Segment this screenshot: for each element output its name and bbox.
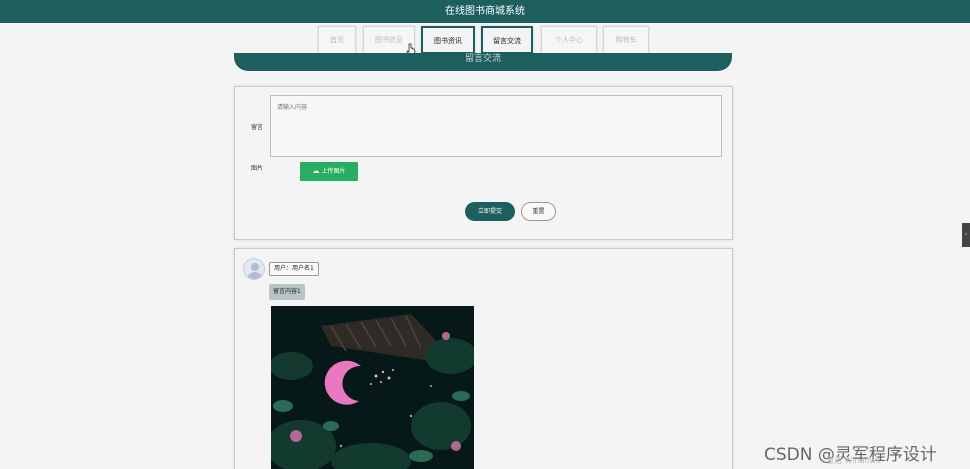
message-image xyxy=(271,306,474,469)
avatar xyxy=(243,258,265,280)
night-scene-image xyxy=(271,306,474,469)
nav-book-news[interactable]: 图书资讯 xyxy=(421,26,475,54)
nav-personal-center[interactable]: 个人中心 xyxy=(541,26,597,54)
cloud-upload-icon: ☁ xyxy=(312,167,320,175)
message-input[interactable] xyxy=(270,95,722,157)
section-banner: 留言交流 xyxy=(234,53,732,71)
avatar-body xyxy=(247,272,263,279)
message-label: 留言 xyxy=(251,124,264,131)
site-title: 在线图书商城系统 xyxy=(0,0,970,23)
upload-image-label: 上传图片 xyxy=(321,168,346,175)
nav-home[interactable]: 首页 xyxy=(318,26,356,54)
reset-button[interactable]: 重置 xyxy=(521,202,556,221)
main-nav: 首页 图书信息 图书资讯 留言交流 个人中心 购物车 xyxy=(0,25,970,54)
image-label: 图片 xyxy=(251,165,264,172)
windows-activation-text: 激活 Windows xyxy=(826,456,881,465)
avatar-head xyxy=(251,263,259,271)
message-user: 用户：用户名1 xyxy=(269,262,319,276)
submit-button[interactable]: 立即提交 xyxy=(465,202,515,221)
side-tab-icon[interactable]: ‹ xyxy=(962,223,970,247)
message-content: 留言内容1 xyxy=(269,284,305,300)
upload-image-button[interactable]: ☁ 上传图片 xyxy=(300,162,358,181)
nav-cart[interactable]: 购物车 xyxy=(603,26,649,54)
nav-message-board[interactable]: 留言交流 xyxy=(481,26,533,54)
